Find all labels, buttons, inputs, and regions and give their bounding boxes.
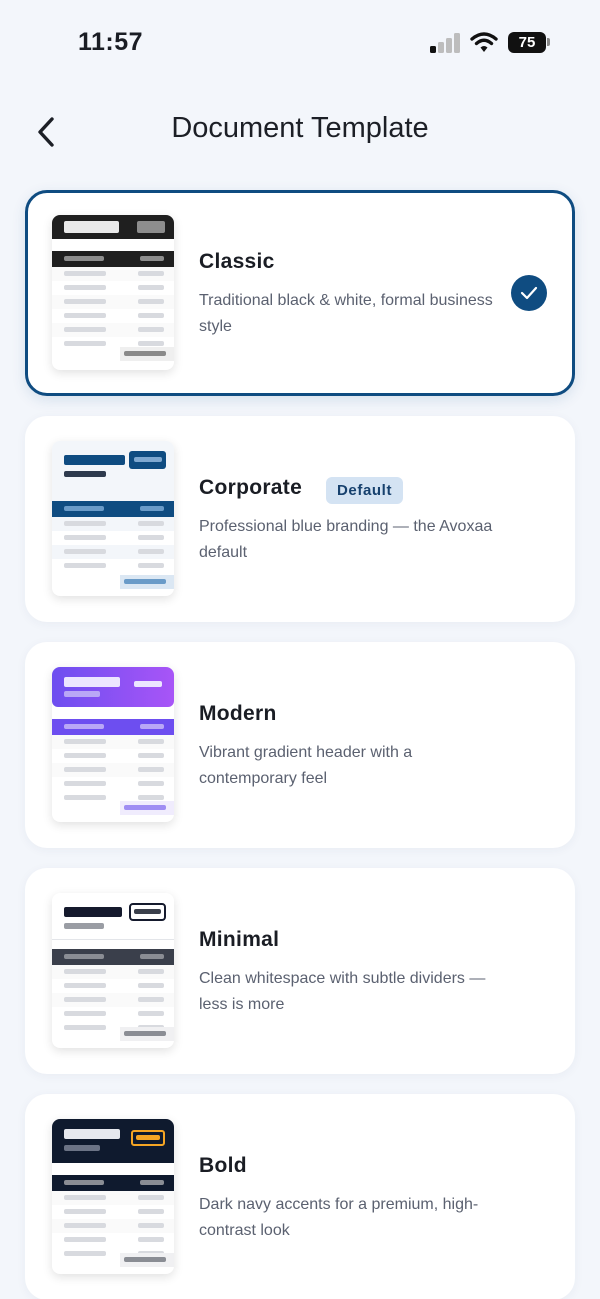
selected-check-icon xyxy=(511,275,547,311)
template-card-classic[interactable]: Classic Traditional black & white, forma… xyxy=(25,190,575,396)
template-description: Clean whitespace with subtle dividers — … xyxy=(199,970,486,1013)
page-title: Document Template xyxy=(171,112,429,144)
template-card-bold[interactable]: Bold Dark navy accents for a premium, hi… xyxy=(25,1094,575,1299)
template-card-corporate[interactable]: Corporate Default Professional blue bran… xyxy=(25,416,575,622)
header: Document Template xyxy=(0,100,600,164)
template-name: Classic xyxy=(199,250,275,273)
template-thumbnail-classic xyxy=(52,215,174,370)
template-name: Minimal xyxy=(199,928,280,951)
status-time: 11:57 xyxy=(78,28,144,56)
default-badge: Default xyxy=(326,477,404,504)
template-description: Professional blue branding — the Avoxaa … xyxy=(199,518,493,561)
template-name: Corporate xyxy=(199,476,303,499)
template-thumbnail-bold xyxy=(52,1119,174,1274)
template-card-minimal[interactable]: Minimal Clean whitespace with subtle div… xyxy=(25,868,575,1074)
template-thumbnail-minimal xyxy=(52,893,174,1048)
template-name: Modern xyxy=(199,702,277,725)
wifi-icon xyxy=(470,32,498,52)
template-description: Vibrant gradient header with a contempor… xyxy=(199,744,413,787)
status-bar: 11:57 75 xyxy=(0,0,600,88)
signal-icon xyxy=(430,33,462,53)
template-card-modern[interactable]: Modern Vibrant gradient header with a co… xyxy=(25,642,575,848)
template-description: Dark navy accents for a premium, high-co… xyxy=(199,1196,479,1239)
battery-icon: 75 xyxy=(508,32,546,53)
template-thumbnail-corporate xyxy=(52,441,174,596)
battery-cap xyxy=(547,38,550,46)
template-description: Traditional black & white, formal busine… xyxy=(199,292,493,335)
battery-level: 75 xyxy=(518,34,536,51)
template-thumbnail-modern xyxy=(52,667,174,822)
template-name: Bold xyxy=(199,1154,247,1177)
